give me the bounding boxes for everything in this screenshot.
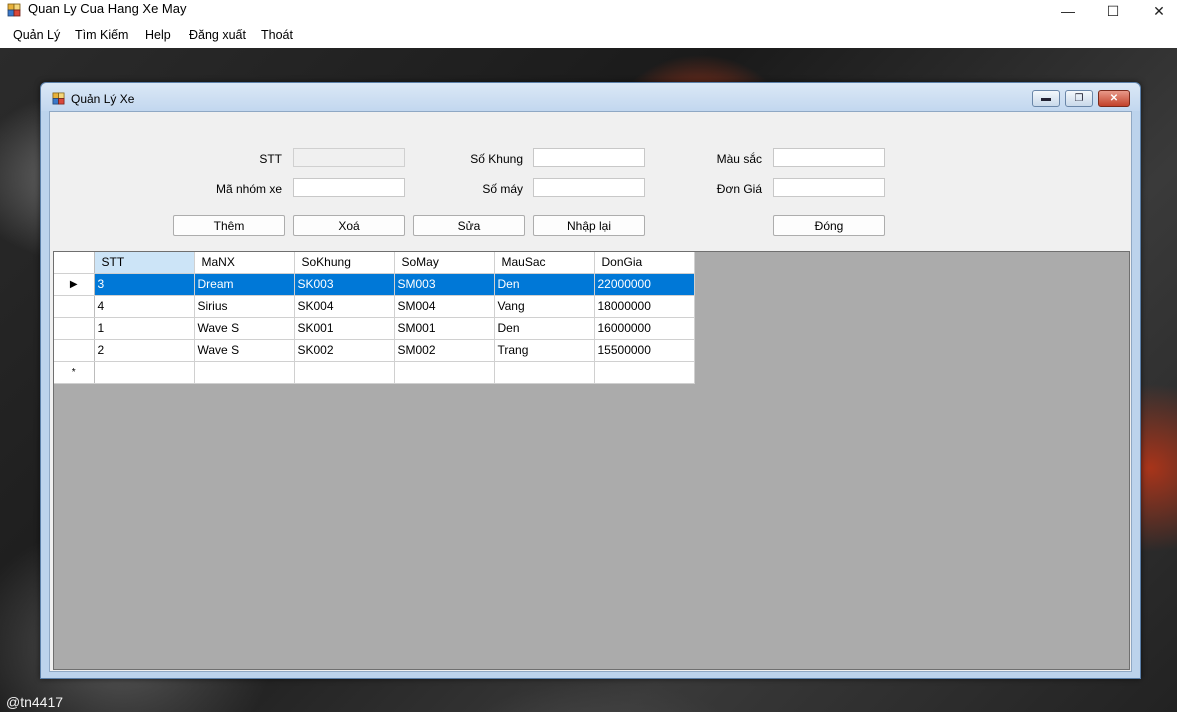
child-window-title: Quản Lý Xe <box>71 92 135 106</box>
app-icon <box>7 3 21 17</box>
child-titlebar[interactable]: Quản Lý Xe ▬ ❐ ✕ <box>41 83 1140 111</box>
current-row-indicator-icon[interactable]: ▶ <box>54 273 95 296</box>
cell-mausac[interactable]: Den <box>494 317 595 340</box>
restore-icon: ❐ <box>1074 93 1084 104</box>
menu-dang-xuat[interactable]: Đăng xuất <box>189 27 246 43</box>
maximize-button[interactable]: ☐ <box>1090 0 1136 22</box>
vehicle-data-grid[interactable]: STT MaNX SoKhung SoMay MauSac DonGia ▶ 3… <box>53 251 1130 670</box>
column-header-manx[interactable]: MaNX <box>194 252 295 274</box>
mau-sac-input[interactable] <box>773 148 885 167</box>
close-button[interactable]: ✕ <box>1136 0 1177 22</box>
cell-new[interactable] <box>94 361 195 384</box>
app-title: Quan Ly Cua Hang Xe May <box>28 1 187 16</box>
child-minimize-button[interactable]: ▬ <box>1032 90 1060 107</box>
close-icon: ✕ <box>1109 93 1119 104</box>
cell-somay[interactable]: SM002 <box>394 339 495 362</box>
them-button[interactable]: Thêm <box>173 215 285 236</box>
cell-mausac[interactable]: Den <box>494 273 595 296</box>
dong-button[interactable]: Đóng <box>773 215 885 236</box>
row-header[interactable] <box>54 317 95 340</box>
xoa-button[interactable]: Xoá <box>293 215 405 236</box>
new-row[interactable]: * <box>54 361 695 384</box>
cell-sokhung[interactable]: SK004 <box>294 295 395 318</box>
cell-sokhung[interactable]: SK003 <box>294 273 395 296</box>
cell-mausac[interactable]: Vang <box>494 295 595 318</box>
row-header[interactable] <box>54 295 95 318</box>
so-khung-label: Số Khung <box>470 152 523 166</box>
cell-manx[interactable]: Sirius <box>194 295 295 318</box>
cell-stt[interactable]: 3 <box>94 273 195 296</box>
nhap-lai-button[interactable]: Nhập lại <box>533 215 645 236</box>
grid-header-row: STT MaNX SoKhung SoMay MauSac DonGia <box>54 252 695 274</box>
app-titlebar: Quan Ly Cua Hang Xe May — ☐ ✕ <box>0 0 1177 22</box>
grid-corner-header[interactable] <box>54 252 95 274</box>
cell-mausac[interactable]: Trang <box>494 339 595 362</box>
menu-quan-ly[interactable]: Quản Lý <box>13 27 60 43</box>
cell-manx[interactable]: Wave S <box>194 317 295 340</box>
menu-help[interactable]: Help <box>145 27 171 43</box>
maximize-icon: ☐ <box>1106 2 1120 19</box>
table-row[interactable]: 2 Wave S SK002 SM002 Trang 15500000 <box>54 339 695 362</box>
cell-somay[interactable]: SM001 <box>394 317 495 340</box>
so-may-label: Số máy <box>482 182 523 196</box>
menu-tim-kiem[interactable]: Tìm Kiếm <box>75 27 128 43</box>
column-header-stt[interactable]: STT <box>94 252 195 274</box>
cell-stt[interactable]: 2 <box>94 339 195 362</box>
stt-label: STT <box>259 152 282 166</box>
cell-somay[interactable]: SM003 <box>394 273 495 296</box>
table-row[interactable]: ▶ 3 Dream SK003 SM003 Den 22000000 <box>54 273 695 296</box>
child-window-quan-ly-xe: Quản Lý Xe ▬ ❐ ✕ STT Mã nhóm xe Số Khung… <box>40 82 1141 679</box>
cell-dongia[interactable]: 18000000 <box>594 295 695 318</box>
stt-input[interactable] <box>293 148 405 167</box>
minimize-icon: — <box>1061 3 1075 19</box>
so-khung-input[interactable] <box>533 148 645 167</box>
cell-new[interactable] <box>494 361 595 384</box>
table-row[interactable]: 1 Wave S SK001 SM001 Den 16000000 <box>54 317 695 340</box>
menu-thoat[interactable]: Thoát <box>261 27 293 43</box>
child-window-icon <box>52 92 65 105</box>
new-row-indicator-icon[interactable]: * <box>54 361 95 384</box>
cell-new[interactable] <box>194 361 295 384</box>
cell-dongia[interactable]: 15500000 <box>594 339 695 362</box>
column-header-dongia[interactable]: DonGia <box>594 252 695 274</box>
row-header[interactable] <box>54 339 95 362</box>
cell-new[interactable] <box>394 361 495 384</box>
cell-somay[interactable]: SM004 <box>394 295 495 318</box>
child-client-area: STT Mã nhóm xe Số Khung Số máy Màu sắc Đ… <box>49 111 1132 672</box>
cell-manx[interactable]: Dream <box>194 273 295 296</box>
minimize-button[interactable]: — <box>1045 0 1091 22</box>
don-gia-label: Đơn Giá <box>716 182 762 196</box>
cell-new[interactable] <box>594 361 695 384</box>
close-icon: ✕ <box>1153 2 1165 19</box>
ma-nhom-xe-input[interactable] <box>293 178 405 197</box>
column-header-somay[interactable]: SoMay <box>394 252 495 274</box>
mau-sac-label: Màu sắc <box>716 152 762 166</box>
cell-manx[interactable]: Wave S <box>194 339 295 362</box>
minimize-icon: ▬ <box>1041 93 1051 104</box>
grid-table: STT MaNX SoKhung SoMay MauSac DonGia ▶ 3… <box>54 252 695 384</box>
table-row[interactable]: 4 Sirius SK004 SM004 Vang 18000000 <box>54 295 695 318</box>
child-restore-button[interactable]: ❐ <box>1065 90 1093 107</box>
child-close-button[interactable]: ✕ <box>1098 90 1130 107</box>
sua-button[interactable]: Sửa <box>413 215 525 236</box>
cell-dongia[interactable]: 16000000 <box>594 317 695 340</box>
cell-dongia[interactable]: 22000000 <box>594 273 695 296</box>
cell-sokhung[interactable]: SK002 <box>294 339 395 362</box>
so-may-input[interactable] <box>533 178 645 197</box>
ma-nhom-xe-label: Mã nhóm xe <box>215 182 282 196</box>
cell-stt[interactable]: 1 <box>94 317 195 340</box>
don-gia-input[interactable] <box>773 178 885 197</box>
user-tag: @tn4417 <box>6 694 64 710</box>
menu-bar: Quản Lý Tìm Kiếm Help Đăng xuất Thoát <box>0 22 1177 48</box>
cell-sokhung[interactable]: SK001 <box>294 317 395 340</box>
cell-new[interactable] <box>294 361 395 384</box>
column-header-mausac[interactable]: MauSac <box>494 252 595 274</box>
column-header-sokhung[interactable]: SoKhung <box>294 252 395 274</box>
cell-stt[interactable]: 4 <box>94 295 195 318</box>
